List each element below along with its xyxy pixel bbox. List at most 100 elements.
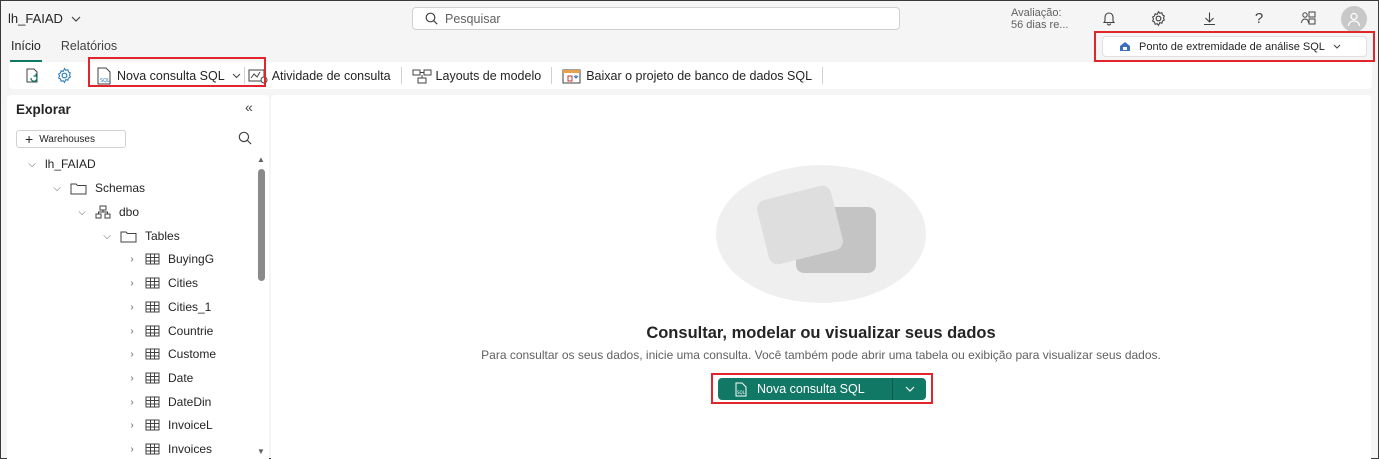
chevron-down-icon (1333, 44, 1341, 49)
help-icon[interactable]: ? (1250, 9, 1268, 27)
svg-text:SQL: SQL (737, 390, 746, 395)
tab-relatorios[interactable]: Relatórios (51, 37, 127, 59)
nova-consulta-highlight (88, 57, 266, 87)
chevron-right-icon[interactable]: › (127, 349, 137, 360)
cta-dropdown-button[interactable] (893, 386, 926, 392)
chevron-down-icon (71, 16, 81, 22)
table-item[interactable]: › InvoiceL (127, 418, 220, 432)
table-label: Cities_1 (168, 300, 212, 314)
gear-icon[interactable] (1149, 9, 1167, 27)
chevron-down-icon[interactable]: ⌵ (52, 183, 62, 194)
tree-root-lakehouse[interactable]: ⌵ lh_FAIAD (27, 157, 96, 171)
refresh-icon (26, 68, 38, 83)
table-label: Custome (168, 347, 217, 361)
refresh-button[interactable] (24, 67, 42, 84)
chevron-right-icon[interactable]: › (127, 254, 137, 265)
trial-status[interactable]: Avaliação: 56 dias re... (1011, 7, 1068, 31)
table-item[interactable]: › Custome (127, 347, 220, 361)
table-item[interactable]: › Cities (127, 276, 220, 290)
table-item[interactable]: › Countrie (127, 324, 220, 338)
search-placeholder: Pesquisar (445, 11, 501, 26)
tree-tables-folder[interactable]: ⌵ Tables (102, 229, 180, 243)
table-label: Cities (168, 276, 199, 290)
layouts-modelo-button[interactable]: Layouts de modelo (412, 68, 542, 84)
nova-consulta-cta-button[interactable]: SQL Nova consulta SQL (718, 378, 893, 400)
atividade-consulta-button[interactable]: Atividade de consulta (248, 68, 391, 84)
search-icon[interactable] (238, 131, 252, 148)
scroll-up-icon[interactable]: ▲ (257, 155, 265, 164)
table-item[interactable]: › Date (127, 371, 220, 385)
main-canvas: Consultar, modelar ou visualizar seus da… (271, 95, 1371, 459)
table-label: InvoiceL (168, 418, 213, 432)
table-label: BuyingG (168, 252, 215, 266)
tab-inicio[interactable]: Início (1, 37, 51, 62)
chevron-right-icon[interactable]: › (127, 420, 137, 431)
table-item[interactable]: › Invoices (127, 442, 220, 456)
baixar-label: Baixar o projeto de banco de dados SQL (586, 68, 813, 83)
chevron-right-icon[interactable]: › (127, 278, 137, 289)
tree-label: dbo (119, 205, 140, 219)
ribbon-tabs: Início Relatórios (1, 37, 127, 62)
chevron-right-icon[interactable]: › (127, 326, 137, 337)
table-label: Date (168, 371, 194, 385)
table-label: Invoices (168, 442, 213, 456)
atividade-label: Atividade de consulta (271, 68, 391, 83)
folder-icon (120, 231, 137, 242)
schema-icon (95, 205, 111, 219)
scrollbar-thumb[interactable] (258, 169, 265, 281)
baixar-projeto-button[interactable]: Baixar o projeto de banco de dados SQL (562, 67, 812, 84)
chevron-right-icon[interactable]: › (127, 373, 137, 384)
bell-icon[interactable] (1100, 9, 1118, 27)
empty-state-illustration (716, 165, 926, 303)
chevron-down-icon[interactable]: ⌵ (77, 207, 87, 218)
tree-schema-dbo[interactable]: ⌵ dbo (77, 205, 139, 219)
trial-label: Avaliação: (1011, 7, 1062, 19)
toolbar-divider (551, 67, 553, 84)
settings-button[interactable] (56, 67, 73, 84)
table-icon (145, 443, 160, 455)
endpoint-selector[interactable]: Ponto de extremidade de análise SQL (1102, 36, 1367, 57)
tree-label: lh_FAIAD (45, 157, 96, 171)
tree-schemas[interactable]: ⌵ Schemas (52, 181, 145, 195)
download-project-icon (562, 69, 581, 84)
chevron-right-icon[interactable]: › (127, 397, 137, 408)
share-icon[interactable] (1299, 9, 1317, 27)
chevron-down-icon[interactable]: ⌵ (102, 231, 112, 242)
folder-icon (70, 183, 87, 194)
table-icon (145, 348, 160, 360)
download-icon[interactable] (1200, 9, 1218, 27)
table-item[interactable]: › BuyingG (127, 252, 220, 266)
nova-consulta-cta: SQL Nova consulta SQL (718, 378, 926, 400)
chevron-right-icon[interactable]: › (127, 302, 137, 313)
search-input[interactable]: Pesquisar (412, 7, 900, 30)
chevron-down-icon[interactable]: ⌵ (27, 159, 37, 170)
avatar-icon (1347, 12, 1361, 27)
cta-highlight: SQL Nova consulta SQL (711, 373, 933, 404)
workspace-selector[interactable]: lh_FAIAD (8, 11, 81, 26)
settings-gear-icon (57, 67, 72, 84)
chevron-right-icon[interactable]: › (127, 444, 137, 455)
table-icon (145, 419, 160, 431)
explorer-panel: Explorar « + Warehouses ⌵ lh_FAIAD ⌵ Sch… (7, 95, 269, 459)
warehouses-label: Warehouses (39, 133, 95, 145)
table-icon (145, 372, 160, 384)
layouts-label: Layouts de modelo (435, 68, 542, 83)
tree-label: Tables (145, 229, 180, 243)
toolbar-divider (822, 67, 824, 84)
explorer-scrollbar[interactable]: ▲ ▼ (257, 155, 265, 458)
explorer-title: Explorar (16, 102, 71, 117)
sql-file-icon: SQL (735, 382, 747, 396)
workspace-name: lh_FAIAD (8, 11, 63, 26)
cta-label: Nova consulta SQL (757, 382, 865, 396)
collapse-icon[interactable]: « (245, 99, 253, 115)
endpoint-label: Ponto de extremidade de análise SQL (1139, 40, 1325, 53)
table-item[interactable]: › Cities_1 (127, 300, 220, 314)
table-label: DateDin (168, 395, 212, 409)
add-warehouses-button[interactable]: + Warehouses (16, 130, 126, 148)
avatar[interactable] (1341, 6, 1367, 32)
plus-icon: + (25, 131, 34, 147)
table-item[interactable]: › DateDin (127, 395, 220, 409)
search-icon (425, 12, 438, 25)
scroll-down-icon[interactable]: ▼ (257, 447, 265, 456)
model-layout-icon (412, 69, 432, 83)
